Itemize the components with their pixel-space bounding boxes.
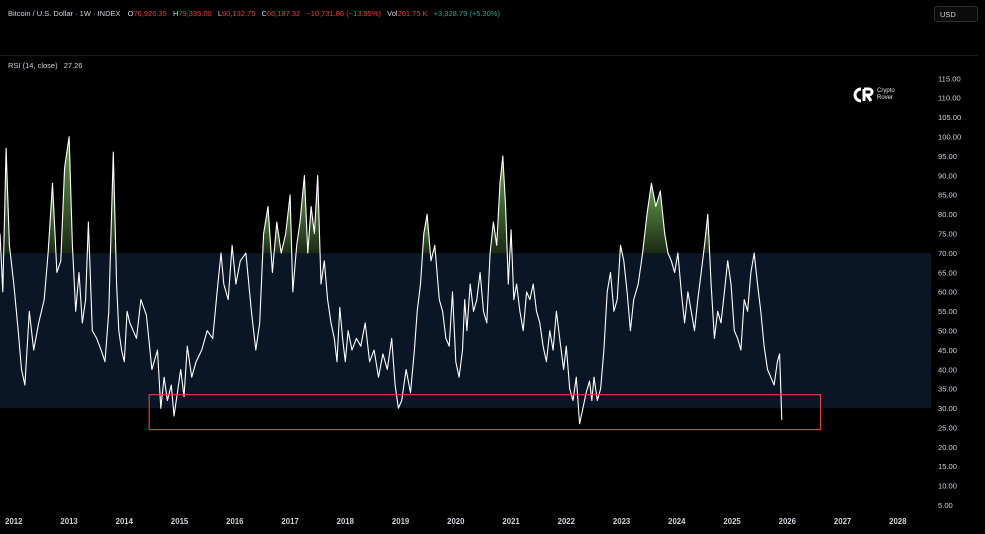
y-tick-label: 25.00 (938, 424, 957, 433)
logo-line1: Crypto (877, 88, 895, 94)
x-tick-label: 2019 (392, 517, 410, 526)
x-tick-label: 2025 (723, 517, 741, 526)
x-tick-label: 2017 (281, 517, 298, 526)
x-tick-label: 2018 (337, 517, 355, 526)
rsi-band (0, 253, 931, 409)
rsi-chart[interactable]: 5.00 10.00 15.00 20.00 25.00 30.00 35.00 40.00 4… (0, 0, 985, 534)
y-tick-label: 90.00 (938, 171, 957, 180)
x-tick-label: 2012 (5, 517, 23, 526)
logo-line2: Rover (877, 95, 894, 101)
x-tick-label: 2020 (447, 517, 465, 526)
y-tick-label: 80.00 (938, 210, 957, 219)
crypto-rover-logo: Crypto Rover (851, 86, 911, 108)
x-tick-label: 2013 (60, 517, 78, 526)
x-tick-label: 2023 (613, 517, 631, 526)
x-tick-label: 2016 (226, 517, 244, 526)
y-tick-label: 50.00 (938, 327, 957, 336)
y-tick-label: 75.00 (938, 230, 957, 239)
y-tick-label: 40.00 (938, 365, 957, 374)
y-tick-label: 45.00 (938, 346, 957, 355)
y-tick-label: 60.00 (938, 288, 957, 297)
x-tick-label: 2027 (834, 517, 851, 526)
x-tick-label: 2022 (558, 517, 576, 526)
y-tick-label: 35.00 (938, 385, 957, 394)
y-tick-label: 55.00 (938, 307, 957, 316)
x-tick-label: 2028 (889, 517, 907, 526)
y-tick-label: 30.00 (938, 404, 957, 413)
y-tick-label: 5.00 (938, 501, 953, 510)
x-tick-label: 2026 (779, 517, 797, 526)
y-tick-label: 15.00 (938, 462, 957, 471)
x-tick-label: 2024 (668, 517, 686, 526)
y-tick-label: 10.00 (938, 482, 957, 491)
y-tick-label: 65.00 (938, 268, 957, 277)
x-tick-label: 2015 (171, 517, 189, 526)
y-tick-label: 105.00 (938, 113, 961, 122)
y-tick-label: 70.00 (938, 249, 957, 258)
logo-icon (853, 87, 874, 103)
y-tick-label: 20.00 (938, 443, 957, 452)
y-tick-label: 95.00 (938, 152, 957, 161)
x-tick-label: 2014 (116, 517, 134, 526)
logo-text: Crypto Rover (877, 88, 895, 102)
y-tick-label: 100.00 (938, 133, 961, 142)
y-tick-label: 115.00 (938, 74, 961, 83)
y-tick-label: 85.00 (938, 191, 957, 200)
y-tick-label: 110.00 (938, 94, 961, 103)
x-tick-label: 2021 (502, 517, 520, 526)
